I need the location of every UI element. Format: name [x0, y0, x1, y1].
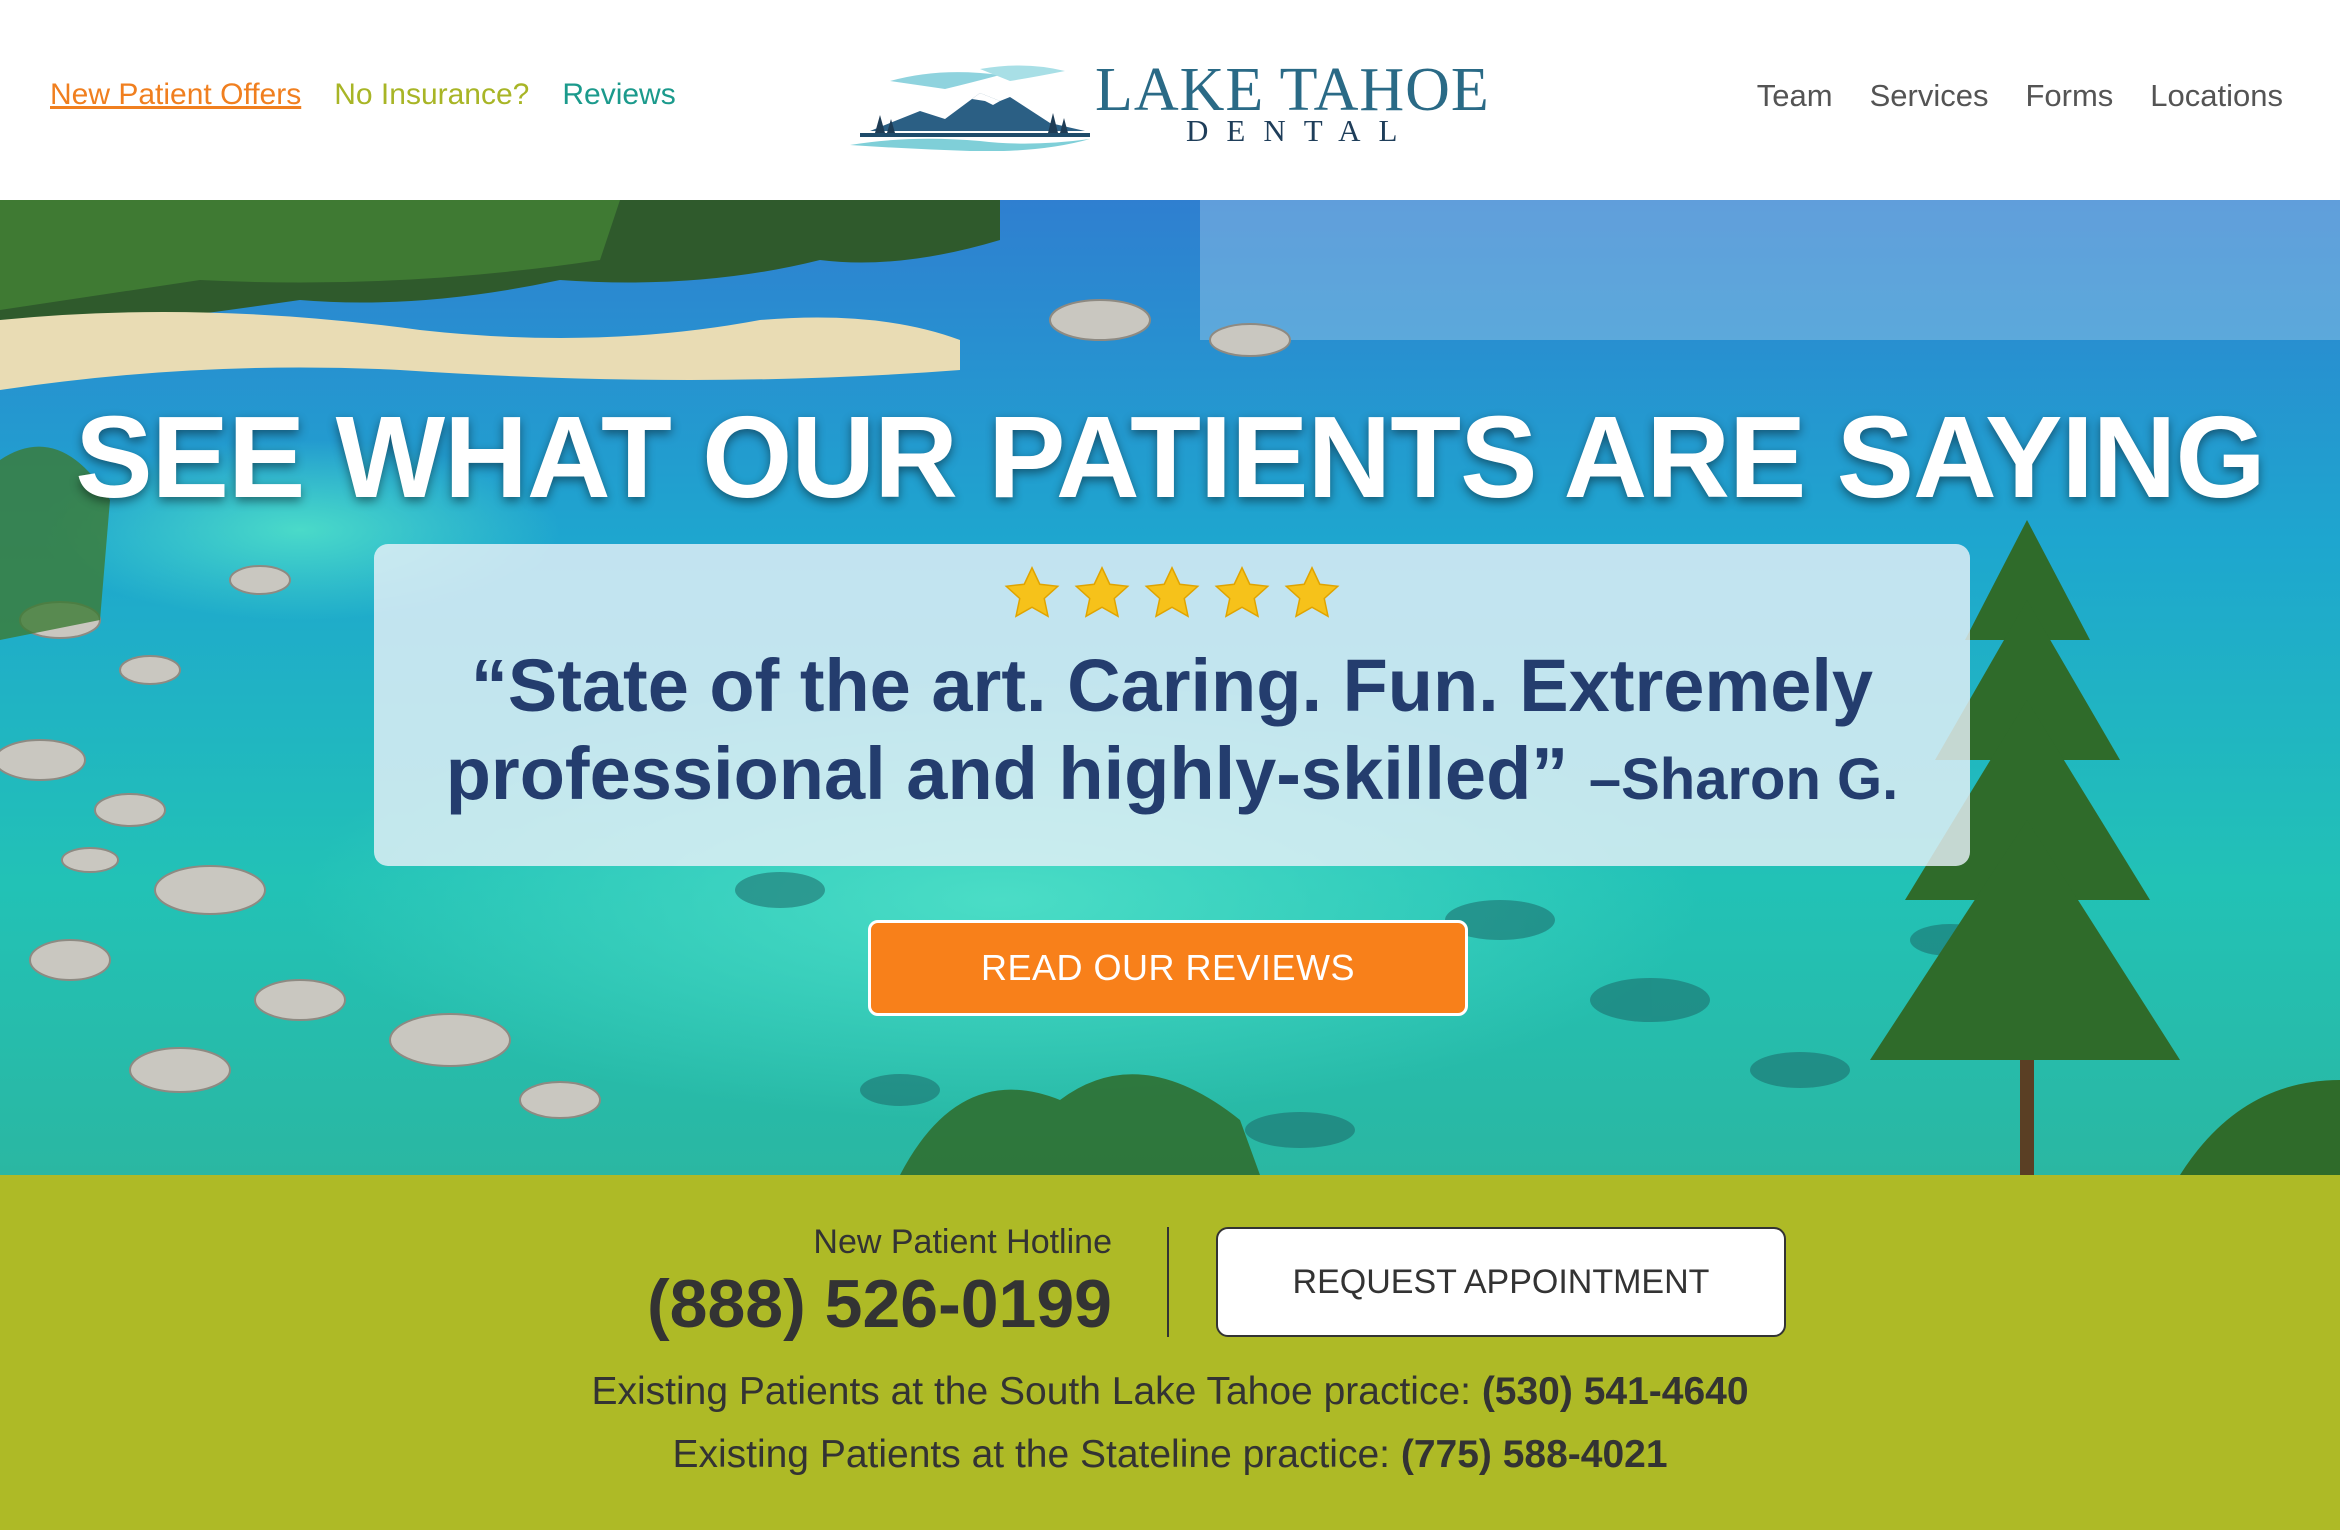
logo-subtitle: DENTAL	[1186, 113, 1416, 148]
existing-stateline-text: Existing Patients at the Stateline pract…	[672, 1433, 1390, 1476]
site-header: New Patient Offers No Insurance? Reviews…	[0, 0, 2340, 200]
existing-south-text: Existing Patients at the South Lake Taho…	[591, 1370, 1471, 1413]
site-logo[interactable]: LAKE TAHOE DENTAL	[850, 55, 1490, 151]
divider	[1167, 1227, 1169, 1337]
quote-line-1: “State of the art. Caring. Fun. Extremel…	[470, 644, 1874, 727]
nav-services[interactable]: Services	[1870, 78, 1989, 114]
nav-new-patient-offers[interactable]: New Patient Offers	[50, 78, 301, 112]
left-nav: New Patient Offers No Insurance? Reviews	[50, 78, 676, 112]
hotline-phone-link[interactable]: (888) 526-0199	[647, 1265, 1112, 1343]
nav-locations[interactable]: Locations	[2150, 78, 2283, 114]
contact-bar: New Patient Hotline (888) 526-0199 REQUE…	[0, 1175, 2340, 1530]
rating-stars	[374, 564, 1970, 624]
existing-south-phone-link[interactable]: (530) 541-4640	[1482, 1370, 1749, 1413]
existing-stateline: Existing Patients at the Stateline pract…	[0, 1433, 2340, 1477]
nav-no-insurance[interactable]: No Insurance?	[334, 78, 529, 112]
logo-mountain-icon	[850, 65, 1090, 151]
hero-section: SEE WHAT OUR PATIENTS ARE SAYING “State …	[0, 200, 2340, 1175]
hotline-label: New Patient Hotline	[813, 1223, 1112, 1261]
quote-author: –Sharon G.	[1588, 747, 1899, 812]
star-icon	[1074, 565, 1130, 618]
existing-south-lake-tahoe: Existing Patients at the South Lake Taho…	[0, 1370, 2340, 1414]
nav-reviews[interactable]: Reviews	[562, 78, 675, 112]
star-icon	[1144, 565, 1200, 618]
request-appointment-button[interactable]: REQUEST APPOINTMENT	[1216, 1227, 1786, 1337]
testimonial-card: “State of the art. Caring. Fun. Extremel…	[374, 544, 1970, 866]
quote-line-2: professional and highly-skilled” –Sharon…	[374, 730, 1970, 824]
quote-line-2-text: professional and highly-skilled”	[445, 732, 1569, 815]
star-icon	[1004, 565, 1060, 618]
nav-forms[interactable]: Forms	[2025, 78, 2113, 114]
right-nav: Team Services Forms Locations	[1757, 78, 2283, 114]
star-icon	[1214, 565, 1270, 618]
read-reviews-button[interactable]: READ OUR REVIEWS	[868, 920, 1468, 1016]
existing-stateline-phone-link[interactable]: (775) 588-4021	[1401, 1433, 1668, 1476]
nav-team[interactable]: Team	[1757, 78, 1833, 114]
star-icon	[1284, 565, 1340, 618]
hero-title: SEE WHAT OUR PATIENTS ARE SAYING	[75, 392, 2265, 522]
testimonial-quote: “State of the art. Caring. Fun. Extremel…	[374, 642, 1970, 824]
